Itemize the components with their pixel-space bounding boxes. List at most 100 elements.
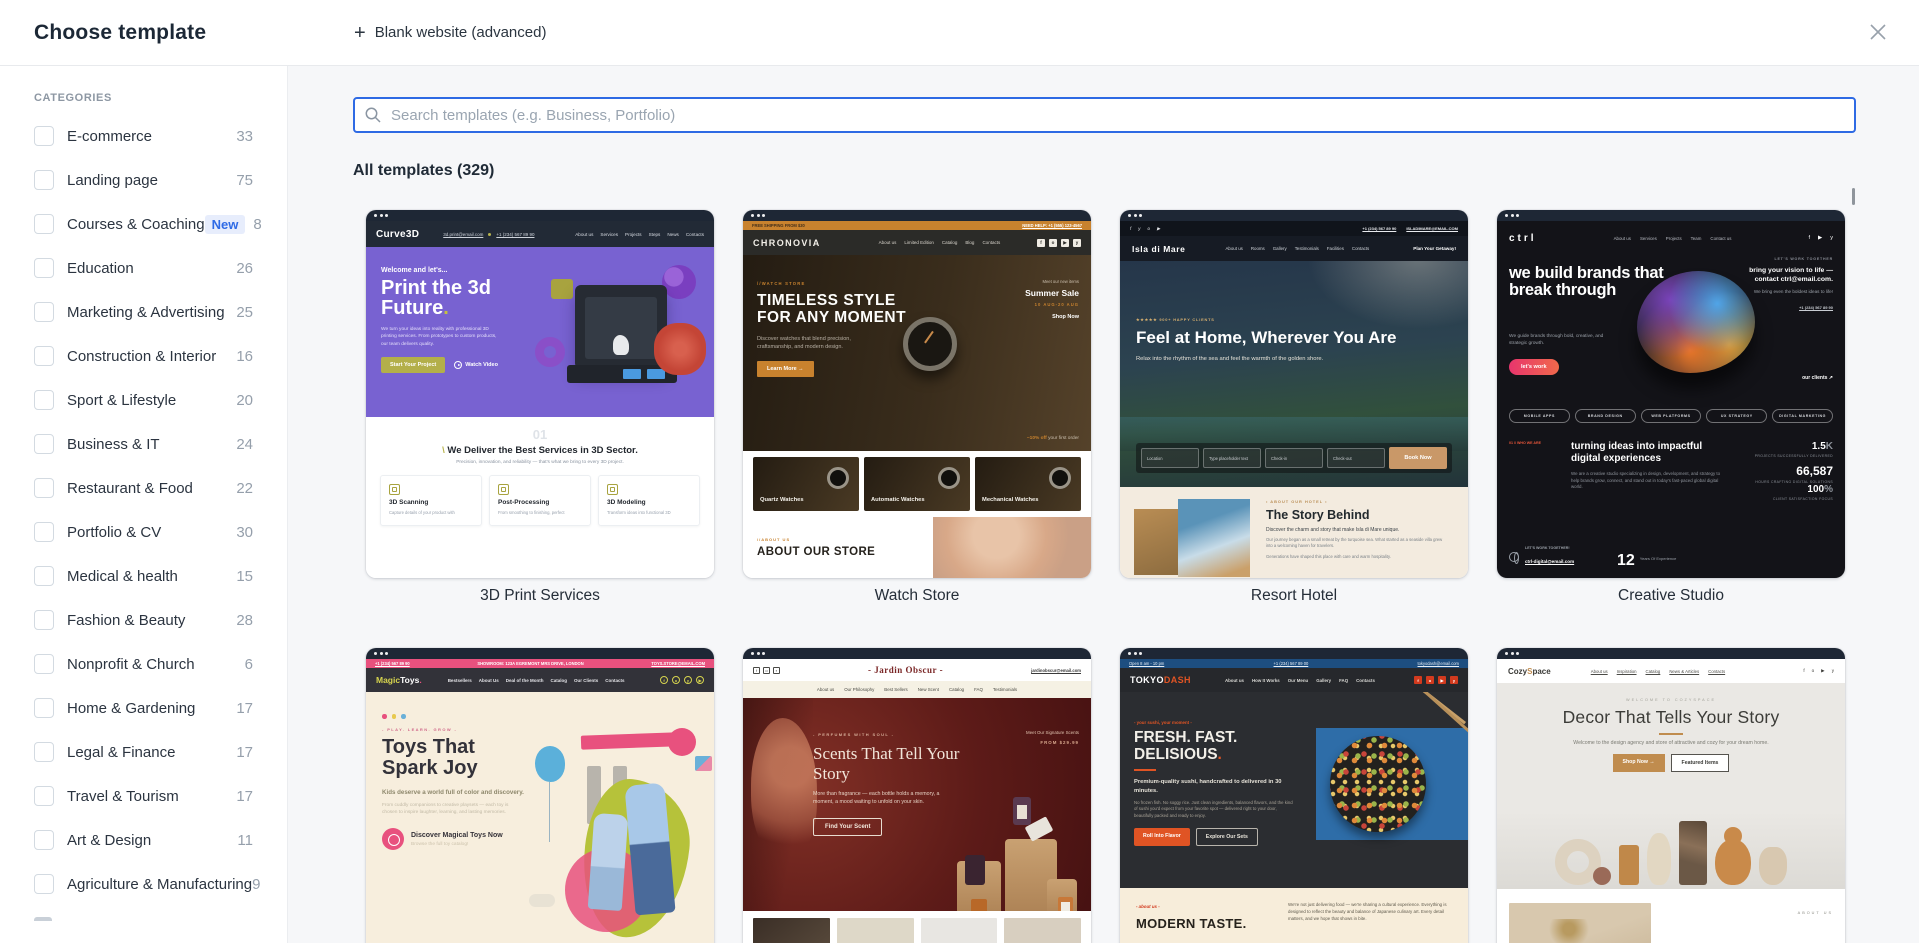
browser-chrome: [1497, 210, 1845, 221]
category-filter-row[interactable]: Construction & Interior 16: [0, 334, 287, 378]
category-checkbox[interactable]: [34, 654, 54, 674]
toys-illustration: [529, 718, 714, 943]
feature-card: 3D Scanning Capture details of your prod…: [380, 475, 482, 526]
category-label: Business & IT: [67, 435, 160, 453]
service-pill: UX STRATEGY: [1706, 409, 1768, 423]
category-count: 17: [236, 743, 253, 761]
template-card-3d-print-services[interactable]: Curve3D 3d.print@email.com +1 (234) 567 8…: [366, 210, 714, 605]
template-preview: f o ▪ - Jardin Obscur - jardinobscur@email…: [743, 648, 1091, 943]
category-filter-row[interactable]: Portfolio & CV 30: [0, 510, 287, 554]
category-filter-row[interactable]: Art & Design 11: [0, 818, 287, 862]
preview-hero: Welcome and let's... Print the 3d Future…: [366, 247, 714, 417]
template-card-magictoys[interactable]: +1 (234) 567 89 90 SHOWROOM: 123A EGREMON…: [366, 648, 714, 943]
category-checkbox[interactable]: [34, 346, 54, 366]
globe-icon: [1509, 552, 1519, 564]
scrollbar-thumb[interactable]: [1852, 188, 1855, 205]
category-filter-row[interactable]: Landing page 75: [0, 158, 287, 202]
decor-photo: [1509, 903, 1651, 943]
category-checkbox[interactable]: [34, 258, 54, 278]
template-card-creative-studio[interactable]: ctrl About us Services Projects Team Contact…: [1497, 210, 1845, 605]
preview-cta: let's work: [1509, 359, 1559, 375]
category-checkbox[interactable]: [34, 214, 54, 234]
preview-logo: Isla di Mare: [1132, 243, 1186, 254]
browser-chrome: [743, 210, 1091, 221]
category-filter-row[interactable]: Courses & Coaching New 8: [0, 202, 287, 246]
category-filter-row[interactable]: Travel & Tourism 17: [0, 774, 287, 818]
category-checkbox[interactable]: [34, 170, 54, 190]
preview-logo: CozySpace: [1508, 666, 1551, 676]
template-preview: Curve3D 3d.print@email.com +1 (234) 567 8…: [366, 210, 714, 578]
preview-logo: TOKYODASH: [1130, 675, 1191, 685]
category-checkbox[interactable]: [34, 874, 54, 894]
category-label: Landing page: [67, 171, 158, 189]
browser-chrome: [1120, 210, 1468, 221]
blank-website-button[interactable]: + Blank website (advanced): [354, 23, 546, 43]
template-card-watch-store[interactable]: FREE SHIPPING FROM $30 NEED HELP: +1 (555…: [743, 210, 1091, 605]
category-checkbox[interactable]: [34, 610, 54, 630]
close-button[interactable]: [1861, 16, 1895, 50]
watch-icon: [827, 467, 849, 489]
category-checkbox[interactable]: [34, 830, 54, 850]
watch-category-tile: Mechanical Watches: [975, 457, 1081, 511]
preview-logo: CHRONOVIA: [753, 237, 821, 248]
service-pill: BRAND DESIGN: [1574, 409, 1636, 423]
preview-cta: Roll Into Flavor: [1134, 828, 1190, 846]
sushi-illustration: [1316, 692, 1468, 840]
category-filter-row[interactable]: Marketing & Advertising 25: [0, 290, 287, 334]
category-checkbox[interactable]: [34, 390, 54, 410]
category-filter-row[interactable]: Home & Gardening 17: [0, 686, 287, 730]
category-checkbox[interactable]: [34, 742, 54, 762]
social-icons: f y o ▶: [1130, 225, 1161, 232]
category-label: Portfolio & CV: [67, 523, 162, 541]
category-count: 17: [236, 699, 253, 717]
category-label: Legal & Finance: [67, 743, 176, 761]
preview-logo: Curve3D: [376, 228, 420, 240]
preview-nav: About us Services Projects Steps News Contact…: [575, 231, 704, 237]
category-label: Nonprofit & Church: [67, 655, 195, 673]
category-checkbox[interactable]: [34, 302, 54, 322]
template-card-cozyspace[interactable]: CozySpace About us Inspiration Catalog News…: [1497, 648, 1845, 943]
watch-category-tile: Automatic Watches: [864, 457, 970, 511]
social-icons: f ▶ y: [1808, 235, 1833, 241]
category-checkbox[interactable]: [34, 566, 54, 586]
category-filter-row[interactable]: Agriculture & Manufacturing 9: [0, 862, 287, 906]
template-card-jardin-obscur[interactable]: f o ▪ - Jardin Obscur - jardinobscur@email…: [743, 648, 1091, 943]
category-checkbox[interactable]: [34, 478, 54, 498]
search-input[interactable]: [353, 97, 1856, 133]
category-label: Art & Design: [67, 831, 152, 849]
category-filter-row[interactable]: Sport & Lifestyle 20: [0, 378, 287, 422]
portrait-photo: [751, 718, 817, 858]
category-filter-row[interactable]: Fashion & Beauty 28: [0, 598, 287, 642]
category-checkbox[interactable]: [34, 786, 54, 806]
category-filter-row[interactable]: Medical & health 15: [0, 554, 287, 598]
page-title: Choose template: [34, 20, 207, 44]
category-count: 6: [244, 655, 253, 673]
template-card-resort-hotel[interactable]: f y o ▶ +1 (234) 567 89 90 ISLADIMARE@EMAIL.…: [1120, 210, 1468, 605]
template-name: Creative Studio: [1618, 587, 1724, 604]
plus-icon: +: [354, 21, 366, 44]
preview-cta: Shop Now →: [1612, 754, 1665, 772]
category-filter-row[interactable]: Legal & Finance 17: [0, 730, 287, 774]
vases-illustration: [1497, 797, 1845, 889]
category-filter-row[interactable]: E-commerce 33: [0, 114, 287, 158]
category-filter-row[interactable]: Education 26: [0, 246, 287, 290]
preview-nav: About us Rooms Gallery Testimonials Faciliti…: [1225, 246, 1370, 251]
template-card-tokyodash[interactable]: Open 8 am - 10 pm +1 (234) 567 89 00 tokyo…: [1120, 648, 1468, 943]
category-checkbox[interactable]: [34, 522, 54, 542]
social-icons: f o ▶ y: [1037, 238, 1081, 247]
preview-logo: - Jardin Obscur -: [867, 665, 944, 675]
category-filter-row[interactable]: Restaurant & Food 22: [0, 466, 287, 510]
watch-icon: [938, 467, 960, 489]
social-icons: f o y ▶: [660, 676, 704, 684]
preview-hero: we build brands that break through We gu…: [1509, 257, 1833, 381]
preview-nav: Bestsellers About Us Deal of the Month Cata…: [447, 677, 625, 683]
category-checkbox[interactable]: [34, 126, 54, 146]
category-label: Home & Gardening: [67, 699, 196, 717]
template-name: Resort Hotel: [1250, 587, 1338, 604]
category-label: Restaurant & Food: [67, 479, 193, 497]
category-checkbox[interactable]: [34, 434, 54, 454]
preview-logo: MagicToys.: [376, 675, 422, 685]
category-filter-row[interactable]: Business & IT 24: [0, 422, 287, 466]
category-filter-row[interactable]: Nonprofit & Church 6: [0, 642, 287, 686]
category-checkbox[interactable]: [34, 698, 54, 718]
